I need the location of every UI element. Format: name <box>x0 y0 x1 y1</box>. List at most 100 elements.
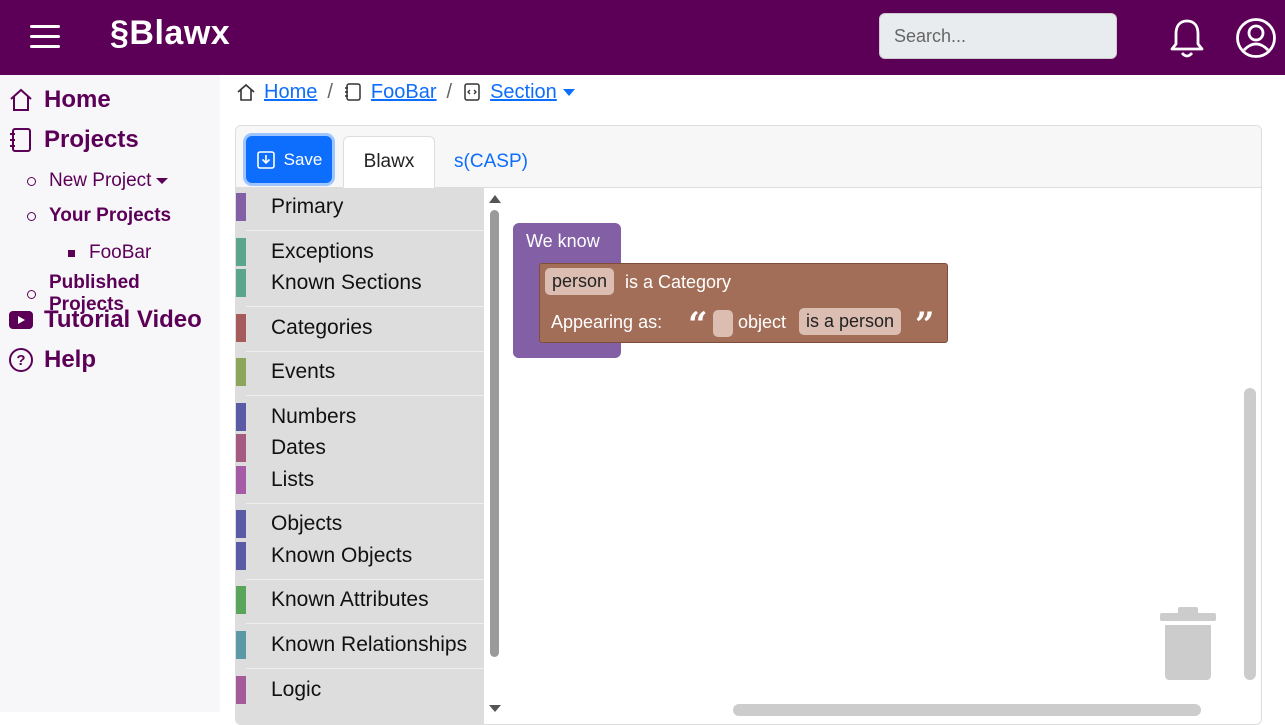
save-icon <box>256 150 275 169</box>
bullet-icon <box>68 249 75 257</box>
toolbox-item-label: Known Attributes <box>271 588 429 611</box>
toolbox-item-label: Known Relationships <box>271 633 468 656</box>
bell-icon[interactable] <box>1168 17 1206 59</box>
bullet-icon <box>27 211 36 221</box>
breadcrumb-section-link[interactable]: Section <box>490 81 557 104</box>
breadcrumb: Home / FooBar / Section <box>236 79 575 105</box>
toolbox-separator <box>246 306 484 307</box>
toolbox-item-objects[interactable]: Objects <box>236 510 484 538</box>
toolbox-item-label: Primary <box>271 195 344 218</box>
category-swatch <box>236 314 246 342</box>
toolbox-item-known-attributes[interactable]: Known Attributes <box>236 586 484 614</box>
home-icon <box>237 83 255 101</box>
sidebar: Home Projects New Project Your Projects … <box>0 75 220 712</box>
home-icon <box>10 88 32 111</box>
workspace-horizontal-scrollbar[interactable] <box>733 704 1201 716</box>
category-name-field[interactable]: person <box>545 268 615 295</box>
toolbox-separator <box>246 503 484 504</box>
block-toolbox: Primary Exceptions Known Sections Catego… <box>236 188 484 724</box>
sidebar-item-your-projects[interactable]: Your Projects <box>27 205 171 227</box>
brand-logo[interactable]: §Blawx <box>110 14 230 53</box>
sidebar-item-home[interactable]: Home <box>8 86 111 114</box>
category-swatch <box>236 403 246 431</box>
is-a-category-label: is a Category <box>625 272 732 292</box>
category-swatch <box>236 193 246 221</box>
toolbox-item-categories[interactable]: Categories <box>236 314 484 342</box>
sidebar-item-label: Tutorial Video <box>44 306 202 333</box>
toolbox-item-label: Exceptions <box>271 240 374 263</box>
category-swatch <box>236 586 246 614</box>
category-swatch <box>236 676 246 704</box>
sidebar-item-projects[interactable]: Projects <box>8 126 139 154</box>
top-navbar: §Blawx <box>0 0 1285 75</box>
toolbox-item-primary[interactable]: Primary <box>236 193 484 221</box>
open-quote-icon: “ <box>688 305 708 345</box>
editor-header: Save Blawx s(CASP) <box>236 126 1261 188</box>
toolbox-item-logic[interactable]: Logic <box>236 676 484 704</box>
help-icon: ? <box>9 348 33 372</box>
sidebar-item-label: Home <box>44 86 111 113</box>
toolbox-item-lists[interactable]: Lists <box>236 466 484 494</box>
toolbox-item-events[interactable]: Events <box>236 358 484 386</box>
category-swatch <box>236 358 246 386</box>
toolbox-item-label: Events <box>271 360 336 383</box>
save-button[interactable]: Save <box>246 136 332 183</box>
tab-scasp[interactable]: s(CASP) <box>446 136 536 188</box>
sidebar-item-label: FooBar <box>89 242 152 263</box>
close-quote-icon: ” <box>915 305 935 345</box>
sidebar-item-help[interactable]: ? Help <box>8 346 96 374</box>
toolbox-item-dates[interactable]: Dates <box>236 434 484 462</box>
search-input[interactable] <box>879 13 1117 59</box>
notebook-icon <box>10 128 31 152</box>
toolbox-separator <box>246 230 484 231</box>
toolbox-item-known-sections[interactable]: Known Sections <box>236 269 484 297</box>
bullet-icon <box>27 289 36 299</box>
category-swatch <box>236 510 246 538</box>
sidebar-item-label: Projects <box>44 126 139 153</box>
menu-icon[interactable] <box>30 25 60 49</box>
sidebar-item-label: Help <box>44 346 97 373</box>
toolbox-separator <box>246 623 484 624</box>
breadcrumb-project-link[interactable]: FooBar <box>371 81 437 104</box>
breadcrumb-home-link[interactable]: Home <box>264 81 317 104</box>
toolbox-item-exceptions[interactable]: Exceptions <box>236 238 484 266</box>
category-swatch <box>236 542 246 570</box>
toolbox-item-label: Logic <box>271 678 322 701</box>
category-swatch <box>236 466 246 494</box>
sidebar-item-label: New Project <box>49 170 152 191</box>
video-icon <box>9 311 33 329</box>
toolbox-item-label: Categories <box>271 316 373 339</box>
scroll-down-arrow-icon[interactable] <box>489 705 501 712</box>
trash-icon[interactable] <box>1160 605 1216 680</box>
toolbox-item-label: Numbers <box>271 405 357 428</box>
code-file-icon <box>464 83 480 101</box>
sidebar-item-tutorial-video[interactable]: Tutorial Video <box>8 306 202 334</box>
postfix-field[interactable]: is a person <box>799 308 902 335</box>
caret-down-icon <box>156 178 169 184</box>
category-swatch <box>236 434 246 462</box>
notebook-icon <box>344 83 361 101</box>
prefix-field[interactable] <box>713 310 733 337</box>
scroll-up-arrow-icon[interactable] <box>489 195 501 203</box>
we-know-label: We know <box>526 231 600 251</box>
sidebar-item-foobar[interactable]: FooBar <box>68 242 151 264</box>
workspace-vertical-scrollbar[interactable] <box>1244 388 1256 680</box>
appearing-as-label: Appearing as: <box>551 312 663 332</box>
tab-blawx[interactable]: Blawx <box>343 136 435 188</box>
toolbox-separator <box>246 668 484 669</box>
toolbox-scrollbar[interactable] <box>490 210 499 657</box>
user-avatar-icon[interactable] <box>1235 17 1277 59</box>
toolbox-item-known-objects[interactable]: Known Objects <box>236 542 484 570</box>
sidebar-item-new-project[interactable]: New Project <box>27 170 169 192</box>
toolbox-separator <box>246 395 484 396</box>
sidebar-item-label: Your Projects <box>49 205 172 226</box>
we-know-block-footer <box>513 343 575 358</box>
toolbox-item-numbers[interactable]: Numbers <box>236 403 484 431</box>
breadcrumb-separator: / <box>446 80 453 103</box>
breadcrumb-separator: / <box>327 80 333 103</box>
toolbox-item-label: Known Objects <box>271 544 413 567</box>
toolbox-item-label: Dates <box>271 436 326 459</box>
toolbox-item-known-relationships[interactable]: Known Relationships <box>236 631 484 659</box>
caret-down-icon[interactable] <box>562 88 575 96</box>
category-swatch <box>236 631 246 659</box>
